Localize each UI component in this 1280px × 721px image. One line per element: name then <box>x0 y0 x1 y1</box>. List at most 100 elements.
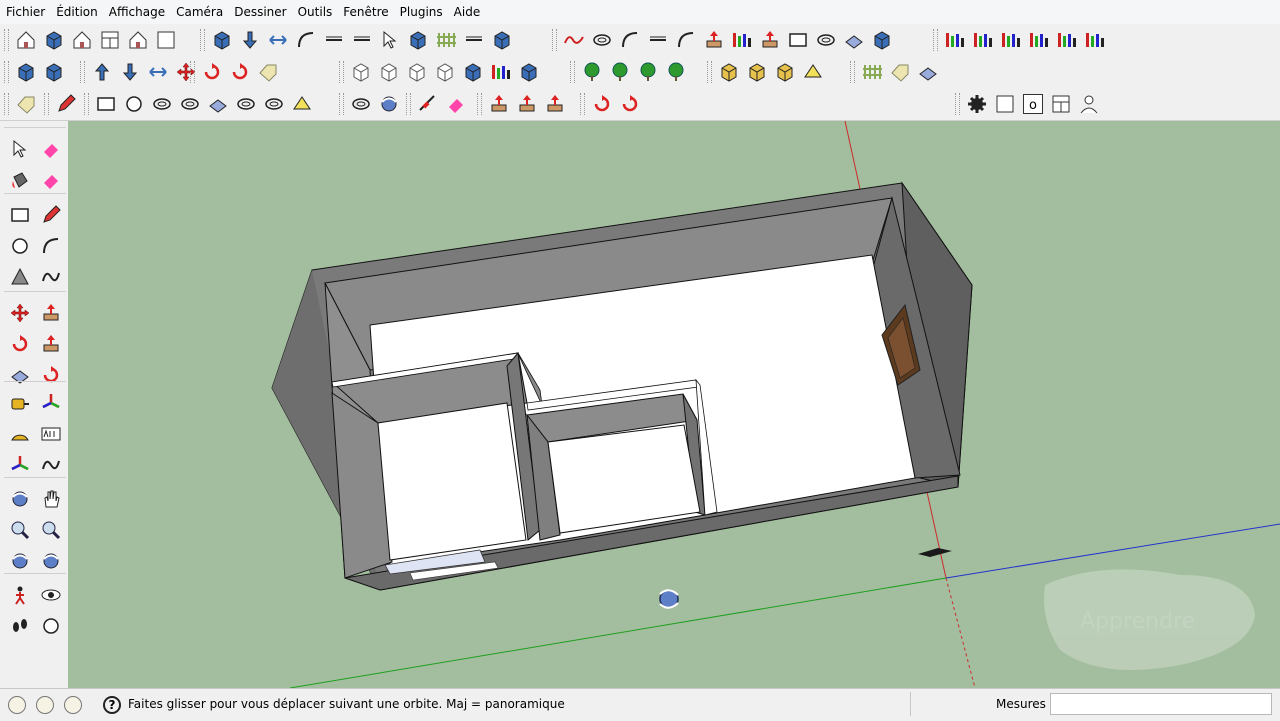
tb1-bars-button-3[interactable] <box>997 26 1025 54</box>
tb1-arrows-button-3[interactable] <box>264 26 292 54</box>
look-around-tool-button[interactable] <box>35 579 66 610</box>
follow-me-tool-button[interactable] <box>35 328 66 359</box>
text-tool-button[interactable] <box>35 418 66 449</box>
tape-measure-tool-button[interactable] <box>4 387 35 418</box>
tb1-house-button-3[interactable] <box>68 26 96 54</box>
offset-tool-button[interactable] <box>35 359 66 390</box>
tb1-arrow-down-button-2[interactable] <box>236 26 264 54</box>
tb1-line-button-5[interactable] <box>320 26 348 54</box>
tb3-ring-button-4[interactable] <box>176 90 204 118</box>
tb2-tree-button-4[interactable] <box>662 58 690 86</box>
arc-tool-button[interactable] <box>35 230 66 261</box>
tb1-box-button-2[interactable] <box>40 26 68 54</box>
tb3-tag-button-1[interactable] <box>12 90 40 118</box>
tb3-user-button-5[interactable] <box>1075 90 1103 118</box>
tb3-push-button-3[interactable] <box>541 90 569 118</box>
tb3-eraser-button-2[interactable] <box>442 90 470 118</box>
tb2-tree-button-2[interactable] <box>606 58 634 86</box>
tb2-box-button-7[interactable] <box>515 58 543 86</box>
dimension-tool-button[interactable] <box>35 387 66 418</box>
tb2-box-button-5[interactable] <box>459 58 487 86</box>
tb2-tree-button-1[interactable] <box>578 58 606 86</box>
scale-tool-button[interactable] <box>4 359 35 390</box>
tb3-blank-button-3[interactable]: o <box>1019 90 1047 118</box>
tb2-arrow-down-button-2[interactable] <box>116 58 144 86</box>
tb1-push-button-8[interactable] <box>756 26 784 54</box>
tb3-circle-button-2[interactable] <box>120 90 148 118</box>
measurements-input[interactable] <box>1050 693 1272 715</box>
freehand-tool-button[interactable] <box>35 261 66 292</box>
tb3-grid-button-4[interactable] <box>1047 90 1075 118</box>
tb2-stamp-button-3[interactable] <box>914 58 942 86</box>
tb2-box-button-2[interactable] <box>40 58 68 86</box>
select-tool-button[interactable] <box>4 133 35 164</box>
tb2-cube-yellow-button-1[interactable] <box>715 58 743 86</box>
sign-in-icon[interactable] <box>64 696 82 714</box>
tb1-line-button-4[interactable] <box>644 26 672 54</box>
tb1-stamp-button-11[interactable] <box>840 26 868 54</box>
tb1-rect-button-9[interactable] <box>784 26 812 54</box>
axes-tool-button[interactable] <box>4 449 35 480</box>
tb1-ring-button-10[interactable] <box>812 26 840 54</box>
move-tool-button[interactable] <box>4 297 35 328</box>
paint-bucket-tool-button[interactable] <box>4 164 35 195</box>
protractor-tool-button[interactable] <box>4 418 35 449</box>
tb2-rotate-button-1[interactable] <box>198 58 226 86</box>
rotate-tool-button[interactable] <box>4 328 35 359</box>
tb1-bars-button-6[interactable] <box>1081 26 1109 54</box>
tb1-bars-button-2[interactable] <box>969 26 997 54</box>
tb3-ring-button-7[interactable] <box>260 90 288 118</box>
tb1-bars-button-4[interactable] <box>1025 26 1053 54</box>
tb2-box-button-1[interactable] <box>12 58 40 86</box>
tb2-rotate-button-2[interactable] <box>226 58 254 86</box>
tb2-cube-yellow-button-3[interactable] <box>771 58 799 86</box>
menu-edition[interactable]: Édition <box>50 0 103 24</box>
menu-fenetre[interactable]: Fenêtre <box>337 0 393 24</box>
tb1-fence-button-9[interactable] <box>432 26 460 54</box>
tb1-box-button-11[interactable] <box>488 26 516 54</box>
tb2-yellow-button-4[interactable] <box>799 58 827 86</box>
line-tool-button[interactable] <box>35 199 66 230</box>
tb1-bars-button-1[interactable] <box>941 26 969 54</box>
tb1-blank-button-6[interactable] <box>152 26 180 54</box>
section-plane-tool-button[interactable] <box>35 610 66 641</box>
walk-tool-button[interactable] <box>4 610 35 641</box>
tb3-push-button-1[interactable] <box>485 90 513 118</box>
tb1-ring-button-2[interactable] <box>588 26 616 54</box>
tb2-bars-button-6[interactable] <box>487 58 515 86</box>
tb1-house-button-5[interactable] <box>124 26 152 54</box>
tb2-arrow-up-button-1[interactable] <box>88 58 116 86</box>
menu-fichier[interactable]: Fichier <box>0 0 50 24</box>
drawing-viewport[interactable]: Apprendre <box>68 121 1280 688</box>
tb2-cube-yellow-button-2[interactable] <box>743 58 771 86</box>
3d-text-tool-button[interactable] <box>35 449 66 480</box>
tb3-orbit-button-2[interactable] <box>375 90 403 118</box>
tb1-box-button-1[interactable] <box>208 26 236 54</box>
polygon-tool-button[interactable] <box>4 261 35 292</box>
menu-aide[interactable]: Aide <box>448 0 486 24</box>
tb2-wire-button-4[interactable] <box>431 58 459 86</box>
tb1-line-button-10[interactable] <box>460 26 488 54</box>
tb2-tag-button-3[interactable] <box>254 58 282 86</box>
tb1-arc-button-4[interactable] <box>292 26 320 54</box>
menu-dessiner[interactable]: Dessiner <box>228 0 291 24</box>
erase-tool-button[interactable] <box>35 164 66 195</box>
tb1-push-button-6[interactable] <box>700 26 728 54</box>
tb3-push-button-2[interactable] <box>513 90 541 118</box>
tb2-tag-button-2[interactable] <box>886 58 914 86</box>
zoom-tool-button[interactable] <box>4 514 35 545</box>
tb3-yellow-button-8[interactable] <box>288 90 316 118</box>
tb3-ring-button-1[interactable] <box>347 90 375 118</box>
tb3-rotate-button-2[interactable] <box>616 90 644 118</box>
pan-tool-button[interactable] <box>35 483 66 514</box>
zoom-extents-tool-button[interactable] <box>4 545 35 576</box>
orbit-tool-button[interactable] <box>4 483 35 514</box>
tb2-wire-button-3[interactable] <box>403 58 431 86</box>
zoom-window-tool-button[interactable] <box>35 514 66 545</box>
tb2-fence-button-1[interactable] <box>858 58 886 86</box>
tb1-arc-button-3[interactable] <box>616 26 644 54</box>
menu-outils[interactable]: Outils <box>292 0 338 24</box>
tb3-rect-button-1[interactable] <box>92 90 120 118</box>
menu-plugins[interactable]: Plugins <box>394 0 448 24</box>
tb3-blank-button-2[interactable] <box>991 90 1019 118</box>
